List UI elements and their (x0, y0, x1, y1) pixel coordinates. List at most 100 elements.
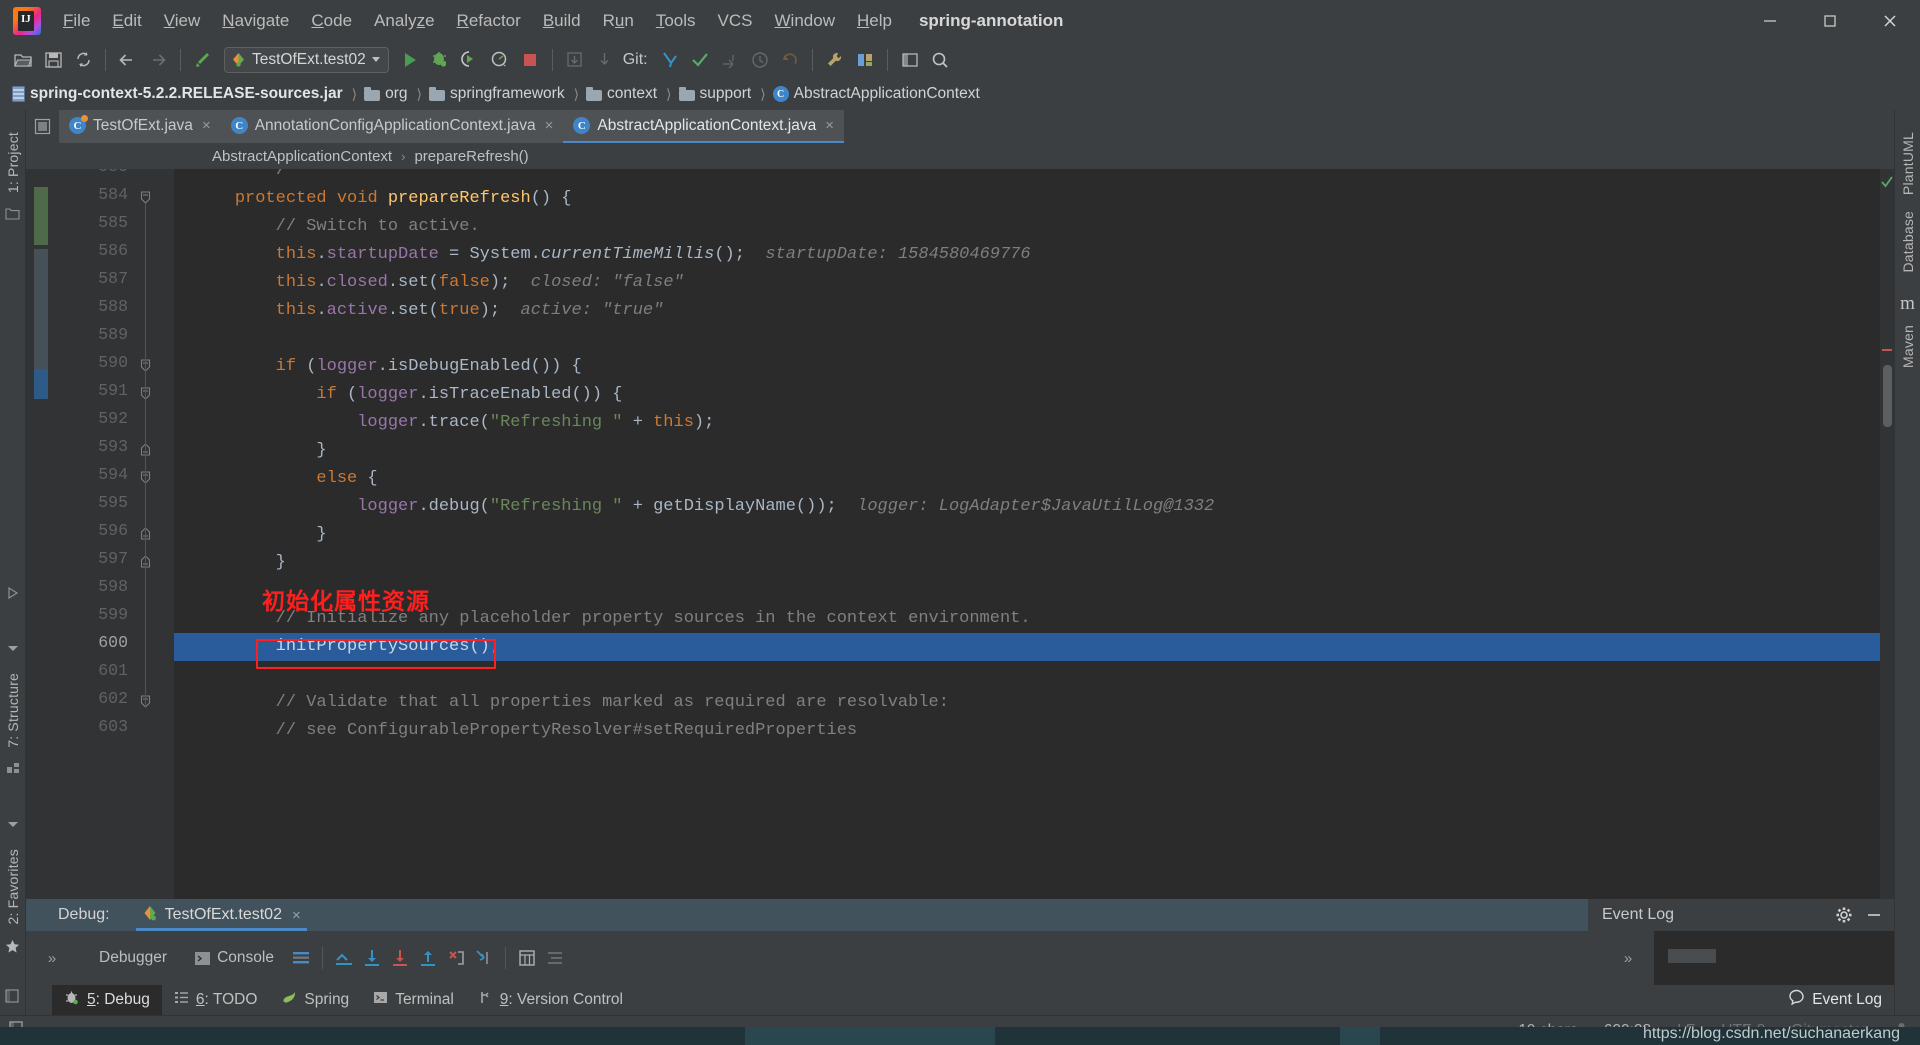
menu-vcs[interactable]: VCS (707, 0, 764, 41)
editor-scrollbar-thumb[interactable] (1883, 365, 1892, 427)
menu-file[interactable]: File (52, 0, 101, 41)
chevron-down-icon-2[interactable] (6, 817, 20, 835)
stop-icon[interactable] (515, 45, 545, 75)
build-hammer-icon[interactable] (188, 45, 218, 75)
tool-tab-spring[interactable]: Spring (269, 985, 361, 1015)
layout-icon[interactable] (895, 45, 925, 75)
sidebar-item-database[interactable]: Database (1900, 203, 1916, 281)
sync-icon[interactable] (68, 45, 98, 75)
maximize-button[interactable] (1800, 0, 1860, 41)
tool-tab-todo[interactable]: 6: TODO (162, 985, 269, 1015)
tab-debugger[interactable]: Debugger (86, 949, 180, 967)
folder-icon[interactable] (5, 207, 20, 225)
sidebar-item-project[interactable]: 1: Project (5, 124, 21, 201)
editor-marker-bar[interactable] (1880, 169, 1894, 899)
drop-frame-icon[interactable] (442, 944, 470, 972)
save-icon[interactable] (38, 45, 68, 75)
star-icon[interactable] (5, 939, 20, 959)
menu-build[interactable]: Build (532, 0, 592, 41)
code-line[interactable]: // see ConfigurablePropertyResolver#setR… (174, 717, 1880, 745)
error-stripe-marker[interactable] (1882, 349, 1892, 351)
code-line[interactable]: // Switch to active. (174, 213, 1880, 241)
push-icon[interactable] (715, 45, 745, 75)
menu-help[interactable]: Help (846, 0, 903, 41)
commit-icon[interactable] (590, 45, 620, 75)
tab-abstract-application-context[interactable]: C AbstractApplicationContext.java × (563, 110, 844, 143)
code-line[interactable]: logger.trace("Refreshing " + this); (174, 409, 1880, 437)
code-line[interactable]: this.closed.set(false); closed: "false" (174, 269, 1880, 297)
code-line[interactable]: logger.debug("Refreshing " + getDisplayN… (174, 493, 1880, 521)
code-text-area[interactable]: */ protected void prepareRefresh() { // … (174, 169, 1880, 899)
code-line[interactable]: } (174, 437, 1880, 465)
breadcrumb-item-jar[interactable]: spring-context-5.2.2.RELEASE-sources.jar (12, 85, 345, 103)
plugins-icon[interactable] (850, 45, 880, 75)
code-line[interactable]: this.startupDate = System.currentTimeMil… (174, 241, 1880, 269)
sidebar-item-structure[interactable]: 7: Structure (5, 665, 21, 756)
open-folder-icon[interactable] (8, 45, 38, 75)
back-arrow-icon[interactable] (113, 45, 143, 75)
menu-tools[interactable]: Tools (645, 0, 707, 41)
code-line[interactable] (174, 325, 1880, 353)
debug-session-close-icon[interactable]: × (292, 907, 301, 924)
menu-refactor[interactable]: Refactor (446, 0, 532, 41)
profile-icon[interactable] (485, 45, 515, 75)
run-with-coverage-icon[interactable] (455, 45, 485, 75)
debugger-expand-icon[interactable]: » (38, 944, 66, 972)
breadcrumb-item-org[interactable]: org (364, 85, 409, 103)
revert-icon[interactable] (775, 45, 805, 75)
chevron-down-icon[interactable] (6, 641, 20, 659)
breadcrumb-item-support[interactable]: support (678, 85, 754, 103)
menu-analyze[interactable]: Analyze (363, 0, 446, 41)
event-log-expand-icon[interactable]: » (1614, 944, 1642, 972)
module-icon[interactable] (6, 761, 20, 779)
layout-settings-icon[interactable] (541, 944, 569, 972)
stack-icon[interactable] (287, 944, 315, 972)
sidebar-item-favorites[interactable]: 2: Favorites (5, 841, 21, 933)
code-line[interactable]: if (logger.isTraceEnabled()) { (174, 381, 1880, 409)
code-editor[interactable]: 583 584 585 586 587 588 589 590 591 592 593 594 595 5… (26, 169, 1894, 899)
run-to-cursor-icon[interactable] (470, 944, 498, 972)
tab-test-of-ext[interactable]: C TestOfExt.java × (59, 110, 221, 143)
taskbar-window-item[interactable] (745, 1027, 995, 1045)
tab-console[interactable]: Console (180, 949, 287, 967)
project-toggle-icon[interactable] (26, 110, 59, 143)
event-log-gear-icon[interactable] (1830, 901, 1858, 929)
menu-window[interactable]: Window (764, 0, 846, 41)
breadcrumb-item-springframework[interactable]: springframework (429, 85, 567, 103)
code-line[interactable]: */ (174, 169, 1880, 185)
forward-arrow-icon[interactable] (143, 45, 173, 75)
step-out-icon[interactable] (414, 944, 442, 972)
tool-tab-version-control[interactable]: 9: Version Control (466, 985, 635, 1015)
event-log-minimize-icon[interactable] (1860, 901, 1888, 929)
sidebar-item-maven[interactable]: Maven (1900, 317, 1916, 376)
step-over-icon[interactable] (358, 944, 386, 972)
step-into-icon[interactable] (386, 944, 414, 972)
run-configuration-selector[interactable]: TestOfExt.test02 (224, 46, 389, 73)
debug-session-tab[interactable]: TestOfExt.test02 × (135, 899, 307, 931)
menu-navigate[interactable]: Navigate (211, 0, 300, 41)
commit-check-icon[interactable] (685, 45, 715, 75)
method-breadcrumb-method[interactable]: prepareRefresh() (414, 148, 528, 165)
taskbar-window-item-2[interactable] (1340, 1027, 1380, 1045)
show-execution-point-icon[interactable] (330, 944, 358, 972)
menu-code[interactable]: Code (300, 0, 363, 41)
code-line[interactable]: } (174, 549, 1880, 577)
search-everywhere-icon[interactable] (925, 45, 955, 75)
history-icon[interactable] (745, 45, 775, 75)
run-icon[interactable] (395, 45, 425, 75)
evaluate-expression-icon[interactable] (513, 944, 541, 972)
event-log-button-label[interactable]: Event Log (1812, 991, 1882, 1009)
line-number-gutter[interactable]: 583 584 585 586 587 588 589 590 591 592 593 594 595 5… (56, 169, 174, 899)
toggle-sidebar-icon[interactable] (5, 989, 20, 1009)
menu-edit[interactable]: Edit (101, 0, 152, 41)
tab-close-icon[interactable]: × (825, 117, 834, 134)
breadcrumb-item-context[interactable]: context (586, 85, 659, 103)
update-project-icon[interactable] (560, 45, 590, 75)
debug-icon[interactable] (425, 45, 455, 75)
menu-run[interactable]: Run (592, 0, 645, 41)
code-line[interactable]: else { (174, 465, 1880, 493)
tool-tab-terminal[interactable]: Terminal (361, 985, 466, 1015)
close-button[interactable] (1860, 0, 1920, 41)
code-line[interactable]: } (174, 521, 1880, 549)
breadcrumb-item-class[interactable]: C AbstractApplicationContext (772, 85, 982, 103)
